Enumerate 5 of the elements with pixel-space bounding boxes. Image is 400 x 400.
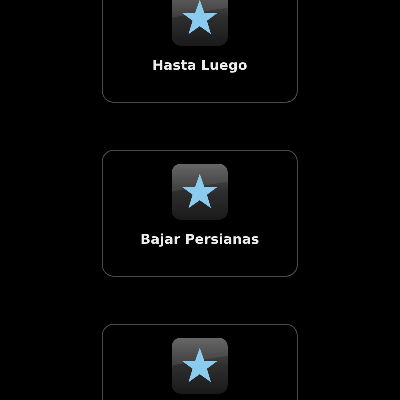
shortcut-label: Hasta Luego [152,58,248,74]
star-icon [172,0,228,46]
shortcut-label: Bajar Persianas [140,232,260,248]
shortcut-card[interactable]: Hasta Luego [102,0,298,103]
shortcut-card[interactable]: Bajar Persianas [102,150,298,277]
